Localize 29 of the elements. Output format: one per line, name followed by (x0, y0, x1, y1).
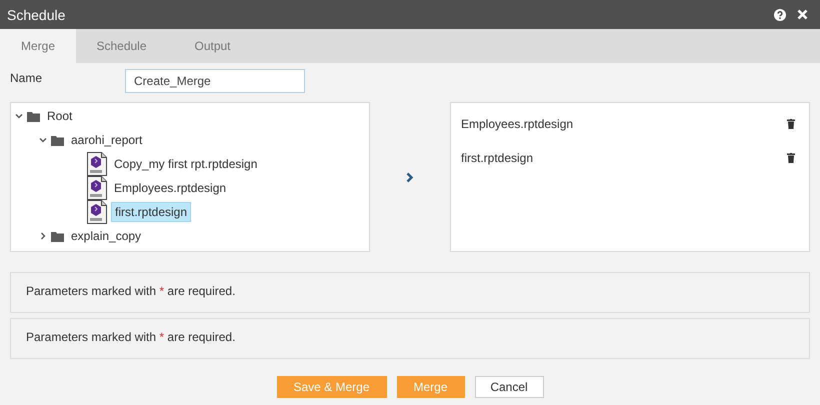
tree-item[interactable]: Employees.rptdesign (111, 179, 230, 197)
report-file-icon (87, 176, 107, 200)
tree-item[interactable]: aarohi_report (68, 131, 146, 149)
folder-icon (51, 134, 64, 146)
selected-file: first.rptdesign (461, 151, 534, 165)
tree-item[interactable]: first.rptdesign (111, 202, 192, 222)
close-icon[interactable] (797, 9, 808, 20)
chevron-right-icon[interactable] (406, 172, 414, 182)
window-title: Schedule (7, 6, 66, 22)
parameters-note: Parameters marked with * are required. (26, 284, 236, 298)
report-file-icon (87, 152, 107, 176)
tree-item[interactable]: Copy_my first rpt.rptdesign (111, 155, 260, 173)
folder-icon (27, 110, 40, 122)
tab[interactable]: Merge (0, 29, 76, 63)
help-icon[interactable] (774, 8, 786, 20)
folder-icon (51, 230, 64, 242)
parameters-note: Parameters marked with * are required. (26, 330, 236, 344)
trash-icon[interactable] (787, 153, 795, 163)
trash-icon[interactable] (787, 119, 795, 129)
tree-item[interactable]: Root (44, 107, 76, 125)
chevron-down-icon[interactable] (15, 112, 23, 120)
chevron-right-icon[interactable] (39, 232, 47, 240)
chevron-down-icon[interactable] (39, 136, 47, 144)
cancel-button[interactable]: Cancel (474, 376, 544, 398)
tree-item[interactable]: explain_copy (68, 227, 144, 245)
name-field[interactable]: Create_Merge (125, 69, 305, 93)
selected-file: Employees.rptdesign (461, 117, 574, 131)
report-file-icon (87, 200, 107, 224)
name-label: Name (10, 70, 44, 84)
